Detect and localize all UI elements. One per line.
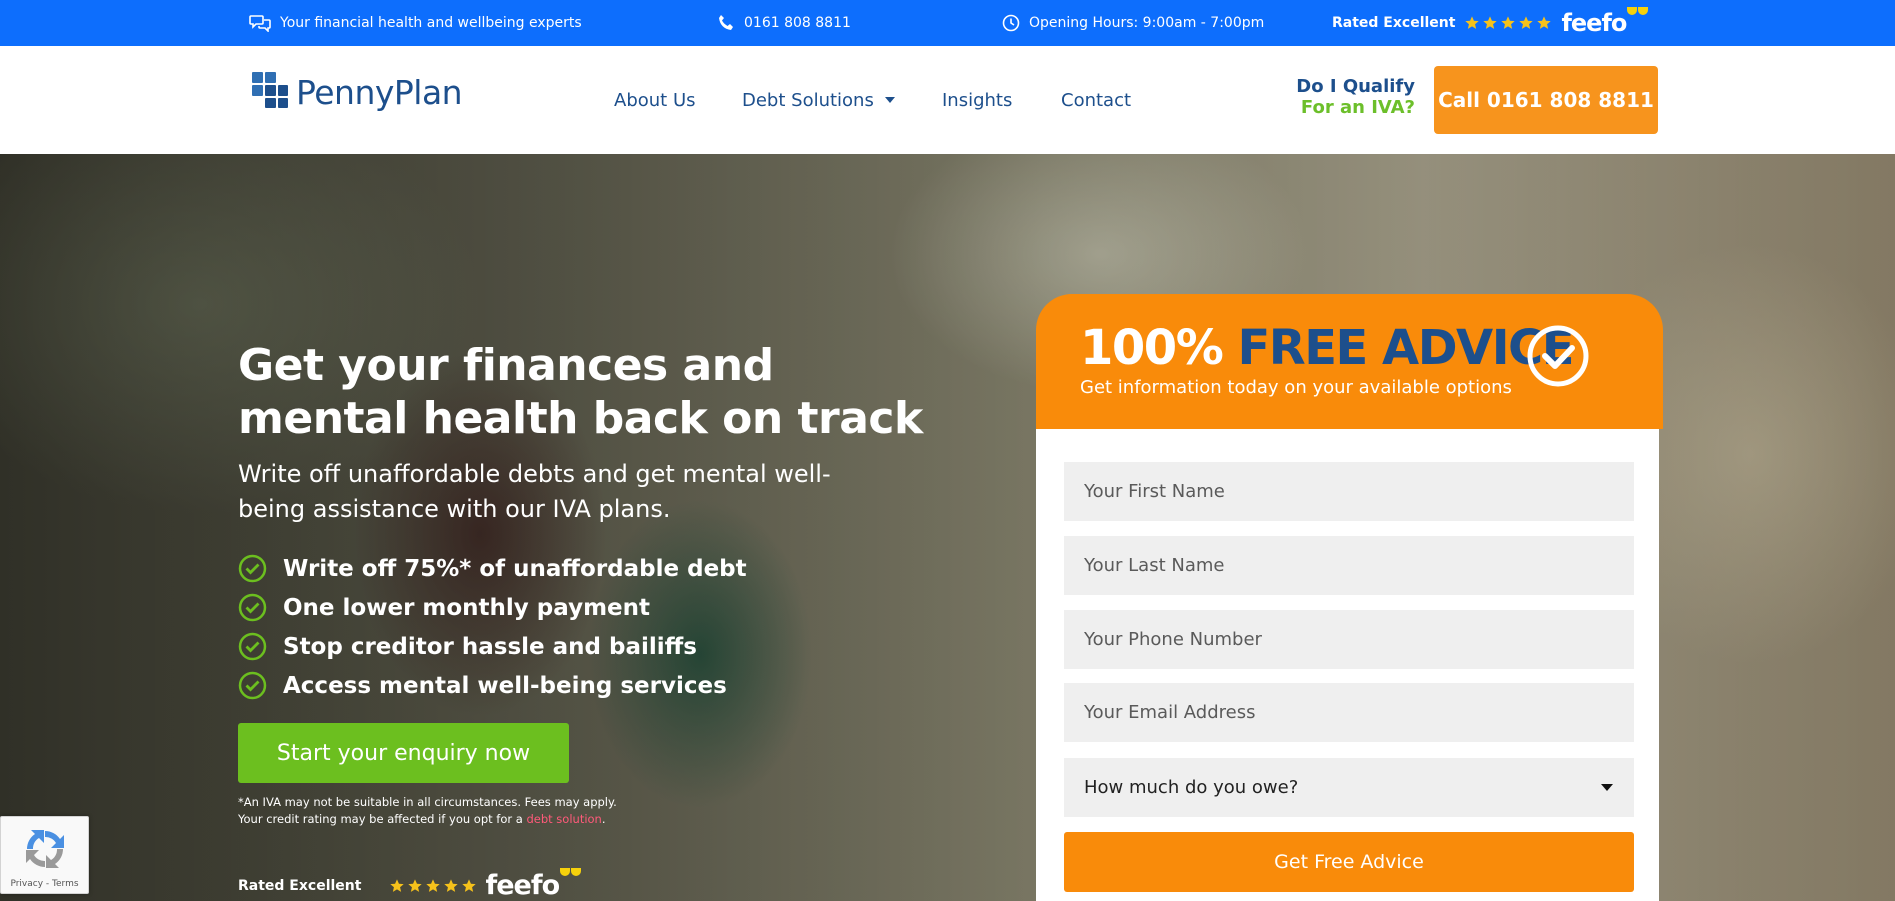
email-field[interactable] xyxy=(1064,683,1634,742)
iva-disclaimer: *An IVA may not be suitable in all circu… xyxy=(238,794,658,828)
disclaimer-line-2-text: Your credit rating may be affected if yo… xyxy=(238,812,523,826)
benefit-item: Access mental well-being services xyxy=(238,666,747,705)
white-check-circle-icon xyxy=(1527,325,1589,387)
benefit-text: Access mental well-being services xyxy=(283,672,727,699)
do-i-qualify-link[interactable]: Do I Qualify For an IVA? xyxy=(1290,76,1415,118)
feefo-eyes-icon xyxy=(560,868,582,876)
caret-down-icon xyxy=(1601,784,1613,791)
nav-contact[interactable]: Contact xyxy=(1061,90,1131,111)
nav-about-us[interactable]: About Us xyxy=(614,90,696,111)
debt-solution-link[interactable]: debt solution xyxy=(526,812,601,826)
hero-five-star-rating xyxy=(389,878,477,894)
disclaimer-line-2: Your credit rating may be affected if yo… xyxy=(238,811,658,828)
benefit-text: Write off 75%* of unaffordable debt xyxy=(283,555,747,582)
form-title: 100% FREE ADVICE xyxy=(1080,320,1575,376)
nav-debt-solutions-label: Debt Solutions xyxy=(742,89,874,111)
star-icon xyxy=(1501,16,1516,29)
star-icon xyxy=(462,878,477,892)
pennyplan-logo[interactable]: PennyPlan xyxy=(250,70,463,114)
qualify-line-1: Do I Qualify xyxy=(1296,76,1415,97)
opening-hours-item: Opening Hours: 9:00am - 7:00pm xyxy=(1002,0,1264,46)
form-title-free-advice: FREE ADVICE xyxy=(1237,320,1575,376)
free-advice-form-card: 100% FREE ADVICE Get information today o… xyxy=(1036,294,1663,901)
hero-rating[interactable]: Rated Excellent feefo xyxy=(238,868,582,901)
chat-bubbles-icon xyxy=(249,15,271,32)
green-check-circle-icon xyxy=(238,554,267,583)
star-icon xyxy=(390,878,405,892)
phone-icon xyxy=(719,15,733,30)
star-icon xyxy=(408,878,423,892)
pennyplan-grid-logo-icon xyxy=(252,72,288,108)
recaptcha-links: Privacy - Terms xyxy=(10,879,79,889)
opening-hours-text: Opening Hours: 9:00am - 7:00pm xyxy=(1029,15,1265,31)
benefit-text: One lower monthly payment xyxy=(283,594,651,621)
top-info-bar: Your financial health and wellbeing expe… xyxy=(0,0,1895,46)
hero-section: Get your finances and mental health back… xyxy=(0,154,1895,901)
tagline-text: Your financial health and wellbeing expe… xyxy=(280,15,582,31)
recaptcha-privacy-link[interactable]: Privacy xyxy=(10,879,43,889)
site-header: PennyPlan About Us Debt Solutions Insigh… xyxy=(0,46,1895,154)
hero-title: Get your finances and mental health back… xyxy=(238,340,923,444)
recaptcha-terms-link[interactable]: Terms xyxy=(52,879,79,889)
five-star-rating xyxy=(1464,15,1552,31)
disclaimer-line-1: *An IVA may not be suitable in all circu… xyxy=(238,795,617,809)
call-button[interactable]: Call 0161 808 8811 xyxy=(1434,66,1658,134)
star-icon xyxy=(1483,16,1498,29)
star-icon xyxy=(1537,16,1552,29)
feefo-logo: feefo xyxy=(1561,7,1649,37)
topbar-phone-text: 0161 808 8811 xyxy=(744,15,851,31)
form-card-header: 100% FREE ADVICE Get information today o… xyxy=(1036,294,1663,429)
hero-feefo-logo-text: feefo xyxy=(485,870,560,901)
benefit-item: Stop creditor hassle and bailiffs xyxy=(238,627,747,666)
star-icon xyxy=(444,878,459,892)
hero-feefo-logo: feefo xyxy=(485,868,582,901)
star-icon xyxy=(1519,16,1534,29)
disclaimer-period: . xyxy=(601,812,606,826)
nav-debt-solutions[interactable]: Debt Solutions xyxy=(742,90,896,111)
benefit-item: Write off 75%* of unaffordable debt xyxy=(238,549,747,588)
tagline-item: Your financial health and wellbeing expe… xyxy=(249,0,582,46)
qualify-line-2: For an IVA? xyxy=(1300,97,1415,118)
nav-insights[interactable]: Insights xyxy=(942,90,1012,111)
amount-owed-select-value: How much do you owe? xyxy=(1084,777,1299,798)
benefit-item: One lower monthly payment xyxy=(238,588,747,627)
logo-text: PennyPlan xyxy=(296,72,463,112)
green-check-circle-icon xyxy=(238,593,267,622)
clock-icon xyxy=(1002,14,1020,32)
rated-excellent-label: Rated Excellent xyxy=(1332,15,1456,31)
get-free-advice-button[interactable]: Get Free Advice xyxy=(1064,832,1634,892)
benefits-list: Write off 75%* of unaffordable debt One … xyxy=(238,549,747,705)
feefo-logo-text: feefo xyxy=(1561,9,1627,37)
benefit-text: Stop creditor hassle and bailiffs xyxy=(283,633,697,660)
form-subtitle: Get information today on your available … xyxy=(1080,377,1512,398)
form-title-percent: 100% xyxy=(1080,320,1224,376)
green-check-circle-icon xyxy=(238,671,267,700)
caret-down-icon xyxy=(884,97,895,103)
phone-field[interactable] xyxy=(1064,610,1634,669)
amount-owed-select[interactable]: How much do you owe? xyxy=(1064,758,1634,817)
topbar-rating[interactable]: Rated Excellent feefo xyxy=(1332,0,1649,46)
feefo-eyes-icon xyxy=(1627,7,1649,15)
start-enquiry-button[interactable]: Start your enquiry now xyxy=(238,723,569,783)
first-name-field[interactable] xyxy=(1064,462,1634,521)
recaptcha-logo-icon xyxy=(26,830,64,868)
last-name-field[interactable] xyxy=(1064,536,1634,595)
recaptcha-badge[interactable]: Privacy - Terms xyxy=(0,816,89,894)
green-check-circle-icon xyxy=(238,632,267,661)
hero-subtitle: Write off unaffordable debts and get men… xyxy=(238,460,831,523)
topbar-phone-link[interactable]: 0161 808 8811 xyxy=(717,0,851,46)
star-icon xyxy=(426,878,441,892)
star-icon xyxy=(1465,16,1480,29)
hero-rated-excellent-label: Rated Excellent xyxy=(238,877,362,894)
